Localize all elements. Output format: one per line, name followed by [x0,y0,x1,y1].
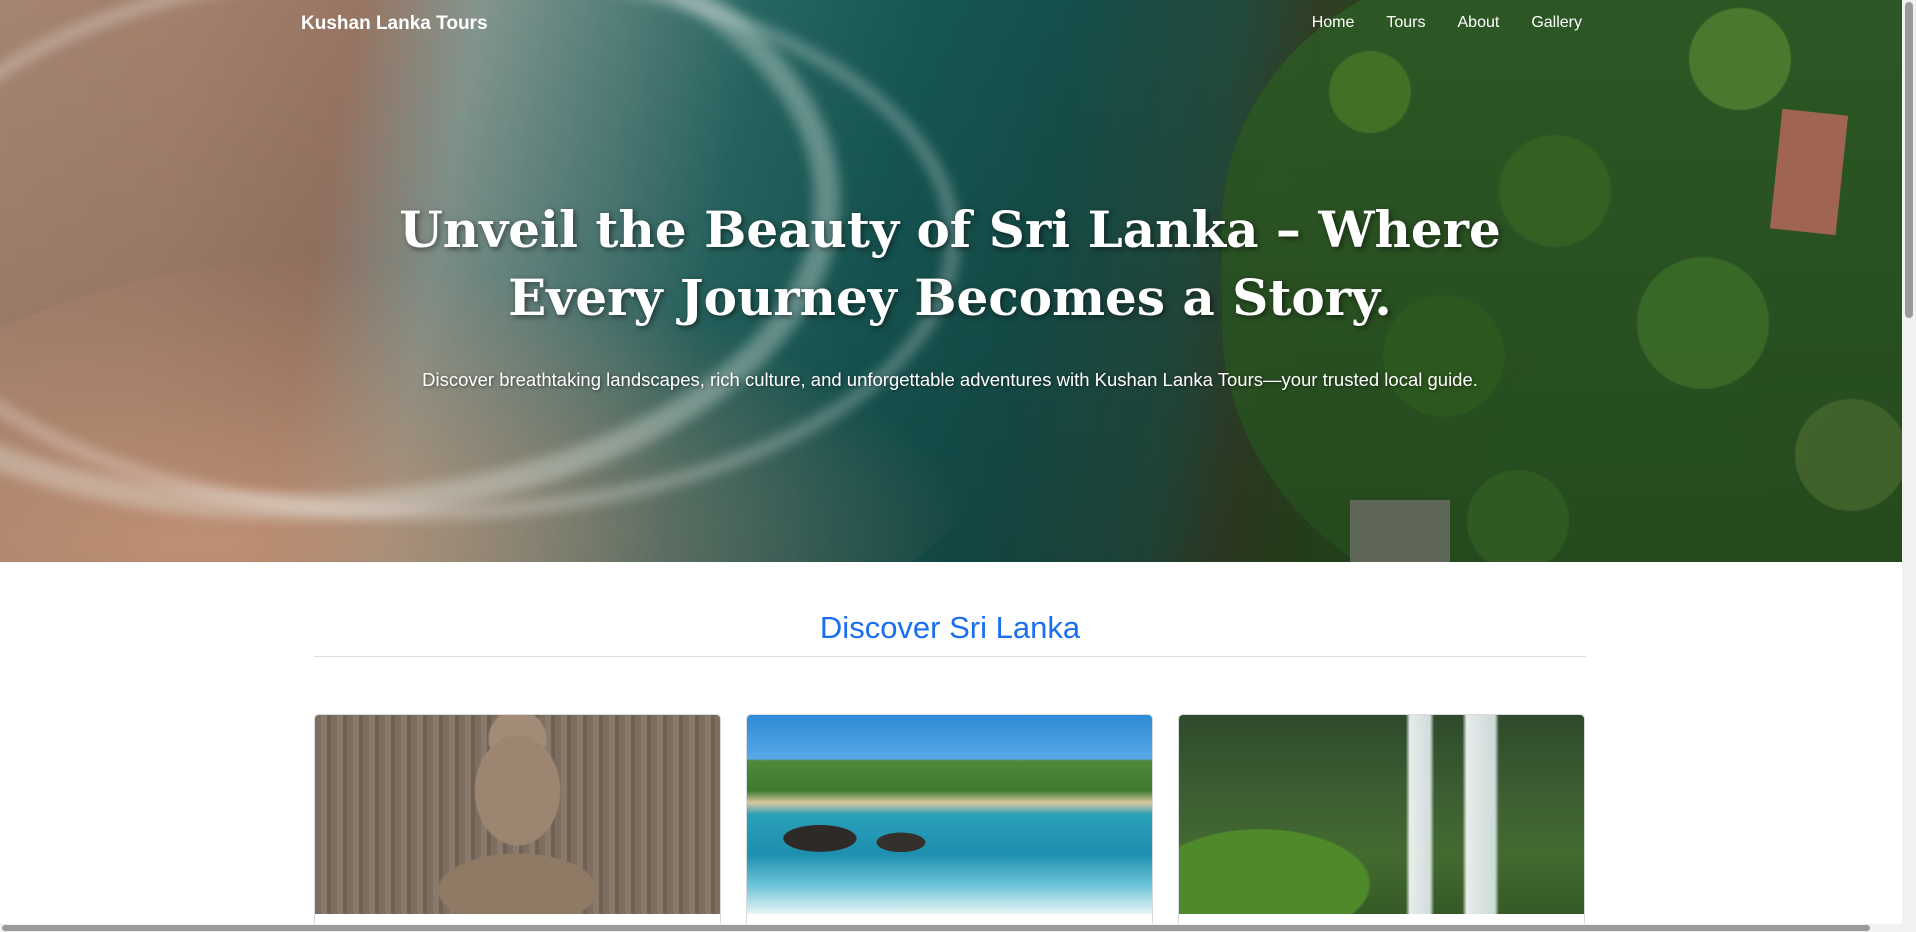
section-divider [314,656,1586,657]
destination-card[interactable] [1178,714,1585,932]
navbar: Kushan Lanka Tours Home Tours About Gall… [0,0,1902,48]
hero-house-roof [1769,108,1849,236]
section-title: Discover Sri Lanka [819,610,1081,645]
vertical-scrollbar-thumb[interactable] [1905,2,1913,318]
tropical-beach-image [747,715,1152,914]
nav-link-home[interactable]: Home [1312,14,1355,32]
nav-link-about[interactable]: About [1458,14,1500,32]
hero-title: Unveil the Beauty of Sri Lanka – Where E… [399,200,1501,327]
nav-link-tours[interactable]: Tours [1386,14,1425,32]
nav-links: Home Tours About Gallery [1312,14,1582,32]
brand-logo-link[interactable]: Kushan Lanka Tours [301,13,488,35]
hero-hut [1350,500,1450,562]
destination-card[interactable] [746,714,1153,932]
vertical-scrollbar[interactable] [1902,0,1916,932]
buddha-statue-image [315,715,720,914]
hero-subtitle: Discover breathtaking landscapes, rich c… [422,369,1478,390]
horizontal-scrollbar[interactable] [0,924,1902,932]
hero-section: Kushan Lanka Tours Home Tours About Gall… [0,0,1902,562]
waterfall-image [1179,715,1584,914]
nav-link-gallery[interactable]: Gallery [1531,14,1582,32]
destination-card[interactable] [314,714,721,932]
horizontal-scrollbar-thumb[interactable] [2,925,1870,931]
